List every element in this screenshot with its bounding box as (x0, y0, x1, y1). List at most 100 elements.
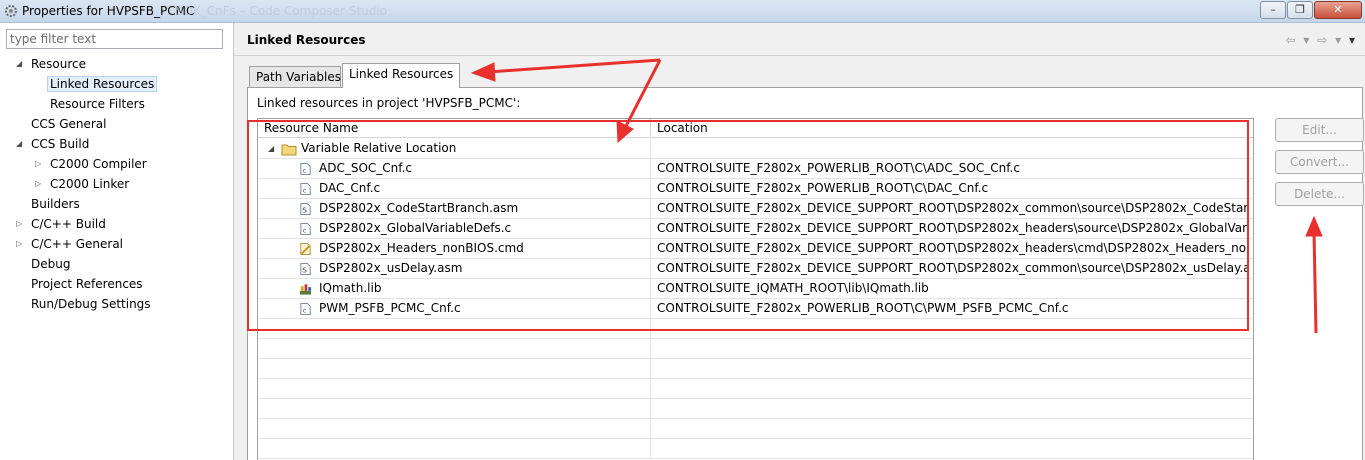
minimize-button[interactable]: – (1260, 1, 1286, 19)
nav-item-resource-filters[interactable]: Resource Filters (47, 95, 148, 113)
collapsed-twisty-icon[interactable]: ▷ (16, 215, 26, 233)
edit-button[interactable]: Edit... (1275, 118, 1364, 142)
nav-item-linked-resources[interactable]: Linked Resources (47, 75, 158, 93)
title-bar: Properties for HVPSFB_PCMC SDK_CnFs – Co… (0, 0, 1365, 23)
empty-table-row (258, 439, 1253, 459)
library-icon (299, 284, 312, 295)
resource-name: DSP2802x_CodeStartBranch.asm (319, 201, 519, 215)
nav-item-label: CCS General (31, 117, 107, 131)
nav-item-cpp-general[interactable]: ▷ C/C++ General (16, 235, 126, 253)
folder-icon (281, 144, 297, 156)
empty-table-row (258, 319, 1253, 339)
nav-item-label: Linked Resources (47, 76, 158, 92)
c-file-icon: c (300, 182, 311, 196)
table-row[interactable]: c ADC_SOC_Cnf.c CONTROLSUITE_F2802x_POWERL… (258, 159, 1253, 179)
resource-name: DSP2802x_GlobalVariableDefs.c (319, 221, 512, 235)
resource-location: CONTROLSUITE_F2802x_DEVICE_SUPPORT_ROOT\… (657, 261, 1249, 275)
nav-item-label: C/C++ General (31, 237, 124, 251)
empty-table-row (258, 419, 1253, 439)
nav-item-builders[interactable]: Builders (28, 195, 83, 213)
convert-button[interactable]: Convert... (1275, 150, 1364, 174)
page-navigation: ⇦ ▾ ⇨ ▾ ▾ (1281, 33, 1355, 47)
resource-name-cell: c DAC_Cnf.c (258, 179, 651, 199)
collapsed-twisty-icon[interactable]: ▷ (35, 175, 45, 193)
column-header-resource-name[interactable]: Resource Name (258, 119, 651, 138)
c-file-icon: c (300, 302, 311, 316)
expanded-twisty-icon[interactable]: ◢ (16, 55, 26, 73)
table-row[interactable]: S DSP2802x_CodeStartBranch.asm CONTROLSUIT… (258, 199, 1253, 219)
nav-item-label: Resource (31, 57, 87, 71)
svg-text:c: c (303, 227, 307, 235)
forward-menu-chevron-icon[interactable]: ▾ (1335, 33, 1341, 47)
group-location-cell (657, 139, 1249, 159)
nav-item-project-references[interactable]: Project References (28, 275, 146, 293)
group-name: Variable Relative Location (301, 141, 457, 155)
resource-name: DAC_Cnf.c (319, 181, 381, 195)
table-row[interactable]: c DSP2802x_GlobalVariableDefs.c CONTROLSUI… (258, 219, 1253, 239)
table-row[interactable]: c PWM_PSFB_PCMC_Cnf.c CONTROLSUITE_F2802x_… (258, 299, 1253, 319)
nav-item-c2000-compiler[interactable]: ▷ C2000 Compiler (35, 155, 150, 173)
svg-text:S: S (302, 206, 307, 215)
resource-name-cell: c DSP2802x_GlobalVariableDefs.c (258, 219, 651, 239)
background-window-title: SDK_CnFs – Code Composer Studio (176, 4, 388, 18)
resource-name: DSP2802x_usDelay.asm (319, 261, 463, 275)
nav-item-label: C/C++ Build (31, 217, 106, 231)
nav-item-label: C2000 Linker (50, 177, 130, 191)
nav-item-resource[interactable]: ◢ Resource (16, 55, 89, 73)
expanded-twisty-icon[interactable]: ◢ (16, 135, 26, 153)
nav-item-ccs-build[interactable]: ◢ CCS Build (16, 135, 92, 153)
table-row[interactable]: S DSP2802x_usDelay.asm CONTROLSUITE_F2802x… (258, 259, 1253, 279)
nav-item-label: C2000 Compiler (50, 157, 147, 171)
window-title: Properties for HVPSFB_PCMC (22, 4, 195, 18)
nav-item-label: Resource Filters (50, 97, 145, 111)
table-row[interactable]: IQmath.lib CONTROLSUITE_IQMATH_ROOT\lib\I… (258, 279, 1253, 299)
resource-name: PWM_PSFB_PCMC_Cnf.c (319, 301, 461, 315)
nav-item-ccs-general[interactable]: CCS General (28, 115, 109, 133)
back-menu-chevron-icon[interactable]: ▾ (1303, 33, 1309, 47)
nav-item-label: Project References (31, 277, 143, 291)
page-title: Linked Resources (247, 33, 366, 47)
table-group-row[interactable]: ◢ Variable Relative Location (258, 139, 1253, 159)
resource-location: CONTROLSUITE_F2802x_POWERLIB_ROOT\C\ADC_… (657, 161, 1020, 175)
view-menu-chevron-icon[interactable]: ▾ (1349, 33, 1355, 47)
nav-item-c2000-linker[interactable]: ▷ C2000 Linker (35, 175, 132, 193)
resource-name-cell: c PWM_PSFB_PCMC_Cnf.c (258, 299, 651, 319)
table-row[interactable]: c DAC_Cnf.c CONTROLSUITE_F2802x_POWERLIB_R… (258, 179, 1253, 199)
group-name-cell: ◢ Variable Relative Location (258, 139, 651, 159)
asm-file-icon: S (300, 202, 311, 216)
resource-name: ADC_SOC_Cnf.c (319, 161, 413, 175)
resource-location: CONTROLSUITE_F2802x_DEVICE_SUPPORT_ROOT\… (657, 201, 1249, 215)
resource-location: CONTROLSUITE_F2802x_DEVICE_SUPPORT_ROOT\… (657, 241, 1249, 255)
resource-location: CONTROLSUITE_F2802x_POWERLIB_ROOT\C\PWM_… (657, 301, 1069, 315)
column-header-location[interactable]: Location (651, 119, 1253, 138)
delete-button[interactable]: Delete... (1275, 182, 1364, 206)
cmd-file-icon (300, 242, 311, 256)
svg-text:c: c (303, 167, 307, 175)
filter-input[interactable] (6, 29, 223, 49)
back-arrow-icon[interactable]: ⇦ (1285, 33, 1295, 47)
resource-location: CONTROLSUITE_IQMATH_ROOT\lib\IQmath.lib (657, 281, 929, 295)
tab-linked-resources[interactable]: Linked Resources (342, 63, 460, 88)
table-header: Resource Name Location (258, 119, 1253, 138)
linked-resources-tree-table[interactable]: Resource Name Location ◢ Variable Relati… (257, 118, 1254, 460)
nav-item-debug[interactable]: Debug (28, 255, 73, 273)
nav-item-cpp-build[interactable]: ▷ C/C++ Build (16, 215, 109, 233)
maximize-button[interactable]: ❐ (1287, 1, 1313, 19)
empty-table-row (258, 359, 1253, 379)
properties-page: Linked Resources ⇦ ▾ ⇨ ▾ ▾ Path Variable… (234, 23, 1365, 460)
collapsed-twisty-icon[interactable]: ▷ (16, 235, 26, 253)
table-row[interactable]: DSP2802x_Headers_nonBIOS.cmd CONTROLSUITE… (258, 239, 1253, 259)
collapsed-twisty-icon[interactable]: ▷ (35, 155, 45, 173)
nav-item-run-debug-settings[interactable]: Run/Debug Settings (28, 295, 154, 313)
c-file-icon: c (300, 162, 311, 176)
forward-arrow-icon[interactable]: ⇨ (1317, 33, 1327, 47)
asm-file-icon: S (300, 262, 311, 276)
c-file-icon: c (300, 222, 311, 236)
nav-item-label: Builders (31, 197, 80, 211)
linked-resources-label: Linked resources in project 'HVPSFB_PCMC… (257, 96, 521, 110)
close-button[interactable]: ✕ (1314, 1, 1362, 19)
expanded-twisty-icon[interactable]: ◢ (268, 139, 278, 159)
tab-path-variables[interactable]: Path Variables (249, 66, 341, 88)
resource-name-cell: S DSP2802x_CodeStartBranch.asm (258, 199, 651, 219)
preference-nav-pane: ◢ Resource Linked Resources Resource Fil… (0, 23, 233, 460)
